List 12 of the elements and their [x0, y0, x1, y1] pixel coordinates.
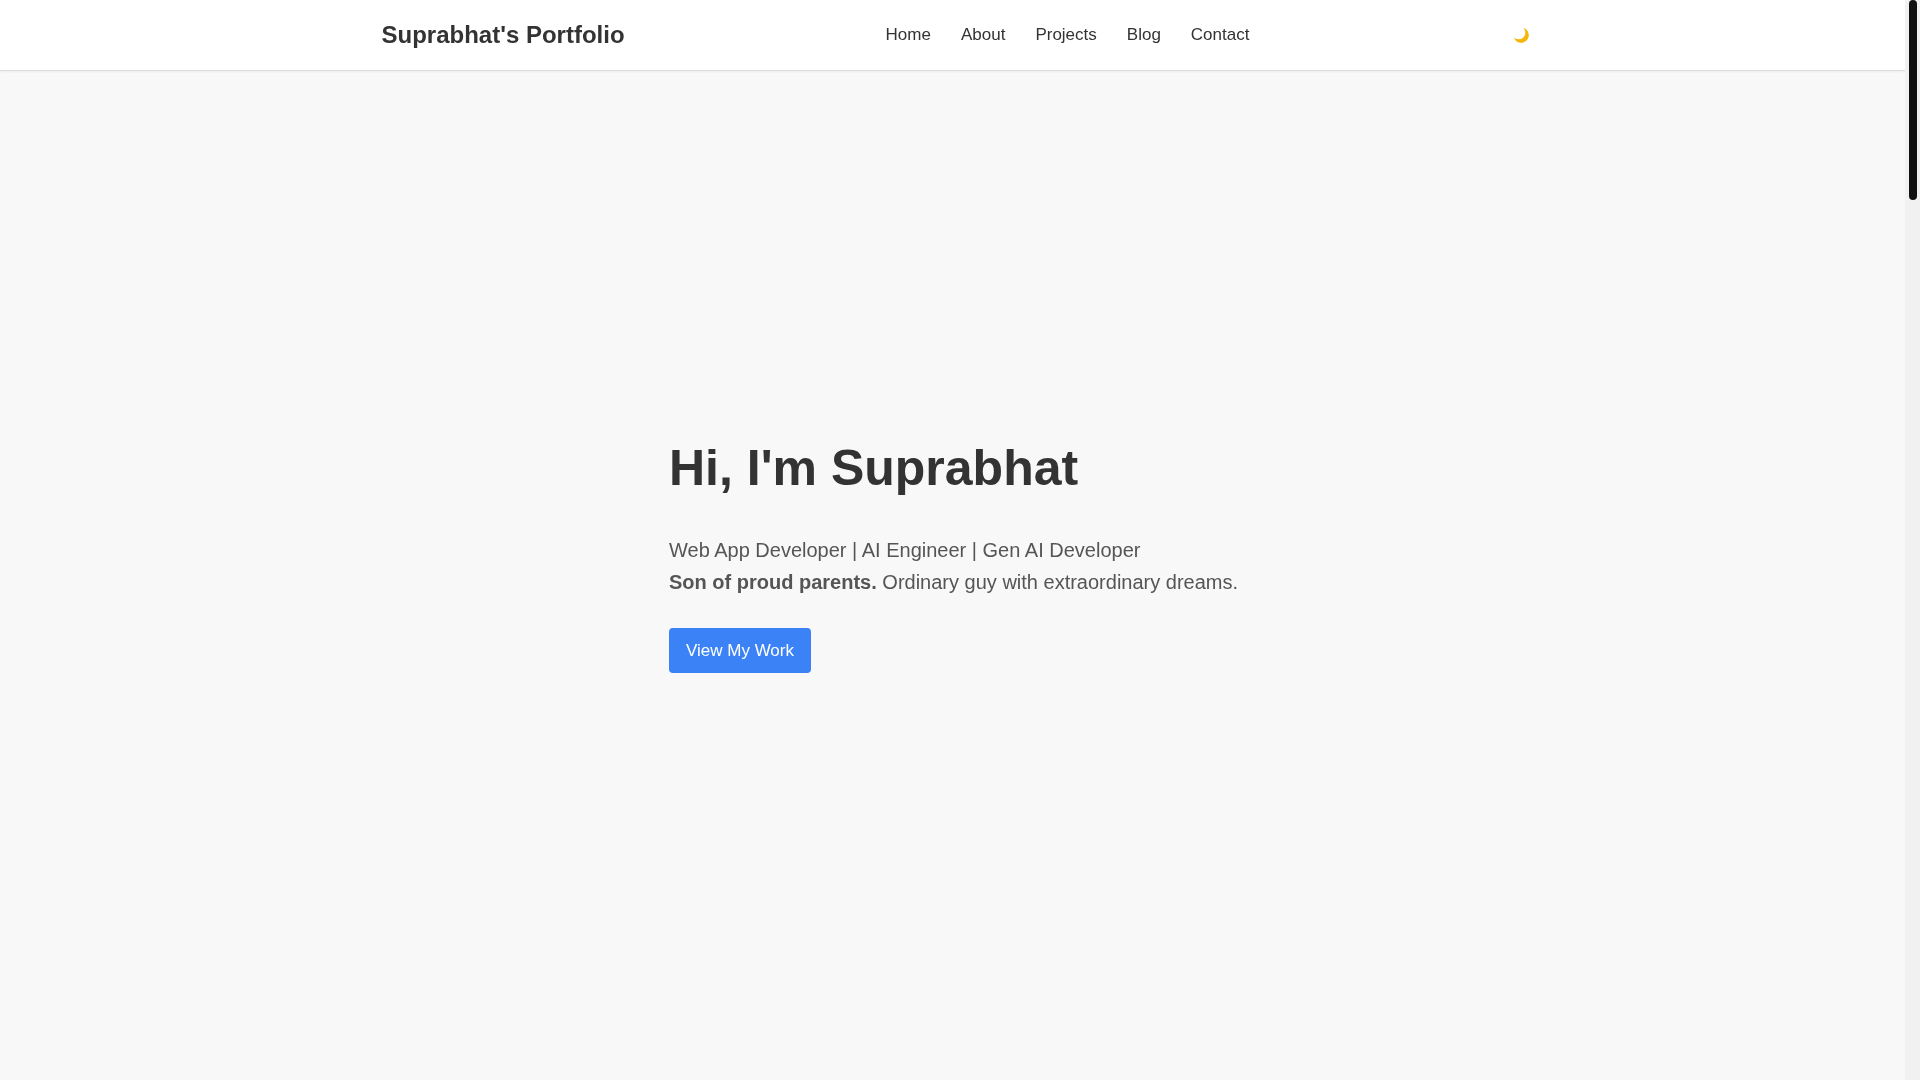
hero-heading: Hi, I'm Suprabhat	[669, 439, 1080, 498]
nav-link[interactable]: Contact	[1190, 25, 1250, 45]
site-title: Suprabhat's Portfolio	[381, 21, 625, 49]
scrollbar[interactable]	[1905, 0, 1920, 1080]
nav-link[interactable]: Home	[885, 25, 931, 45]
moon-icon	[1512, 25, 1532, 45]
nav-link[interactable]: Blog	[1126, 25, 1161, 45]
hero-tagline: Son of proud parents. Ordinary guy with extraordinary dreams.	[669, 570, 1240, 595]
hero-tagline: Web App Developer | AI Engineer | Gen AI Developer	[669, 538, 1142, 563]
nav-link[interactable]: About	[960, 25, 1006, 45]
nav-link[interactable]: Projects	[1035, 25, 1097, 45]
view-work-button[interactable]: View My Work	[669, 628, 811, 673]
